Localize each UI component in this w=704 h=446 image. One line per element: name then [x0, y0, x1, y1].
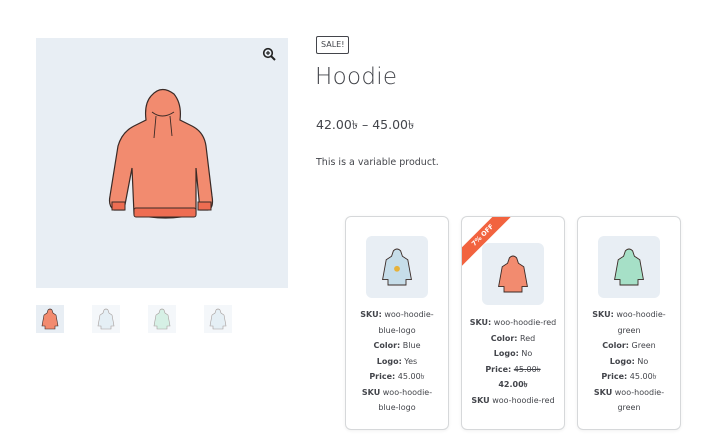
hoodie-red-thumb-icon [41, 308, 59, 330]
logo-line: Logo: Yes [376, 356, 418, 366]
logo-line: Logo: No [609, 356, 649, 366]
variation-image [482, 243, 544, 305]
hoodie-blue-icon [382, 248, 412, 286]
variation-image [598, 236, 660, 298]
hoodie-green-thumb-icon [153, 308, 171, 330]
hoodie-red-icon [498, 255, 528, 293]
color-line: Color: Green [602, 341, 656, 350]
price-line: Price: 45.00৳ [485, 364, 541, 374]
thumbnail-blue-hoodie[interactable] [92, 305, 120, 333]
hoodie-red-image [108, 88, 214, 219]
zoom-icon[interactable] [262, 47, 276, 61]
product-title: Hoodie [315, 64, 398, 90]
variation-card-green[interactable]: SKU: woo-hoodie- green Color: Green Logo… [577, 216, 681, 430]
old-price: 45.00৳ [513, 364, 541, 374]
sale-price: 42.00৳ [498, 380, 528, 389]
product-description: This is a variable product. [316, 157, 439, 168]
price-line: Price: 45.00৳ [369, 372, 425, 381]
sku-line-cont: blue-logo [378, 325, 416, 335]
sku-bottom-line: SKU woo-hoodie- [593, 387, 665, 397]
sku-line: SKU: woo-hoodie- [592, 310, 666, 319]
sku-bottom-line-cont: blue-logo [378, 403, 416, 412]
sku-bottom-line-cont: green [617, 403, 641, 412]
variation-image [366, 236, 428, 298]
hoodie-green-icon [614, 248, 644, 286]
variation-card-blue-logo[interactable]: SKU: woo-hoodie- blue-logo Color: Blue L… [345, 216, 449, 430]
thumbnail-red-hoodie[interactable] [36, 305, 64, 333]
thumbnail-green-hoodie[interactable] [148, 305, 176, 333]
color-line: Color: Red [490, 333, 536, 343]
hoodie-blue-thumb-icon [97, 308, 115, 330]
product-main-image[interactable] [36, 38, 288, 288]
price-range: 42.00৳ – 45.00৳ [316, 117, 415, 132]
sku-bottom-line: SKU woo-hoodie-red [471, 395, 555, 405]
hoodie-blue-thumb-icon [209, 308, 227, 330]
sku-line-cont: green [617, 325, 641, 335]
sku-line: SKU: woo-hoodie- [360, 310, 434, 319]
sku-line: SKU: woo-hoodie-red [469, 318, 557, 327]
logo-line: Logo: No [493, 349, 533, 358]
color-line: Color: Blue [373, 341, 421, 350]
price-line: Price: 45.00৳ [601, 372, 657, 381]
variation-card-red[interactable]: 7% OFF SKU: woo-hoodie-red Color: Red Lo… [461, 216, 565, 430]
sale-badge: SALE! [316, 36, 350, 54]
thumbnail-blue-hoodie-2[interactable] [204, 305, 232, 333]
sku-bottom-line: SKU woo-hoodie- [361, 387, 433, 397]
